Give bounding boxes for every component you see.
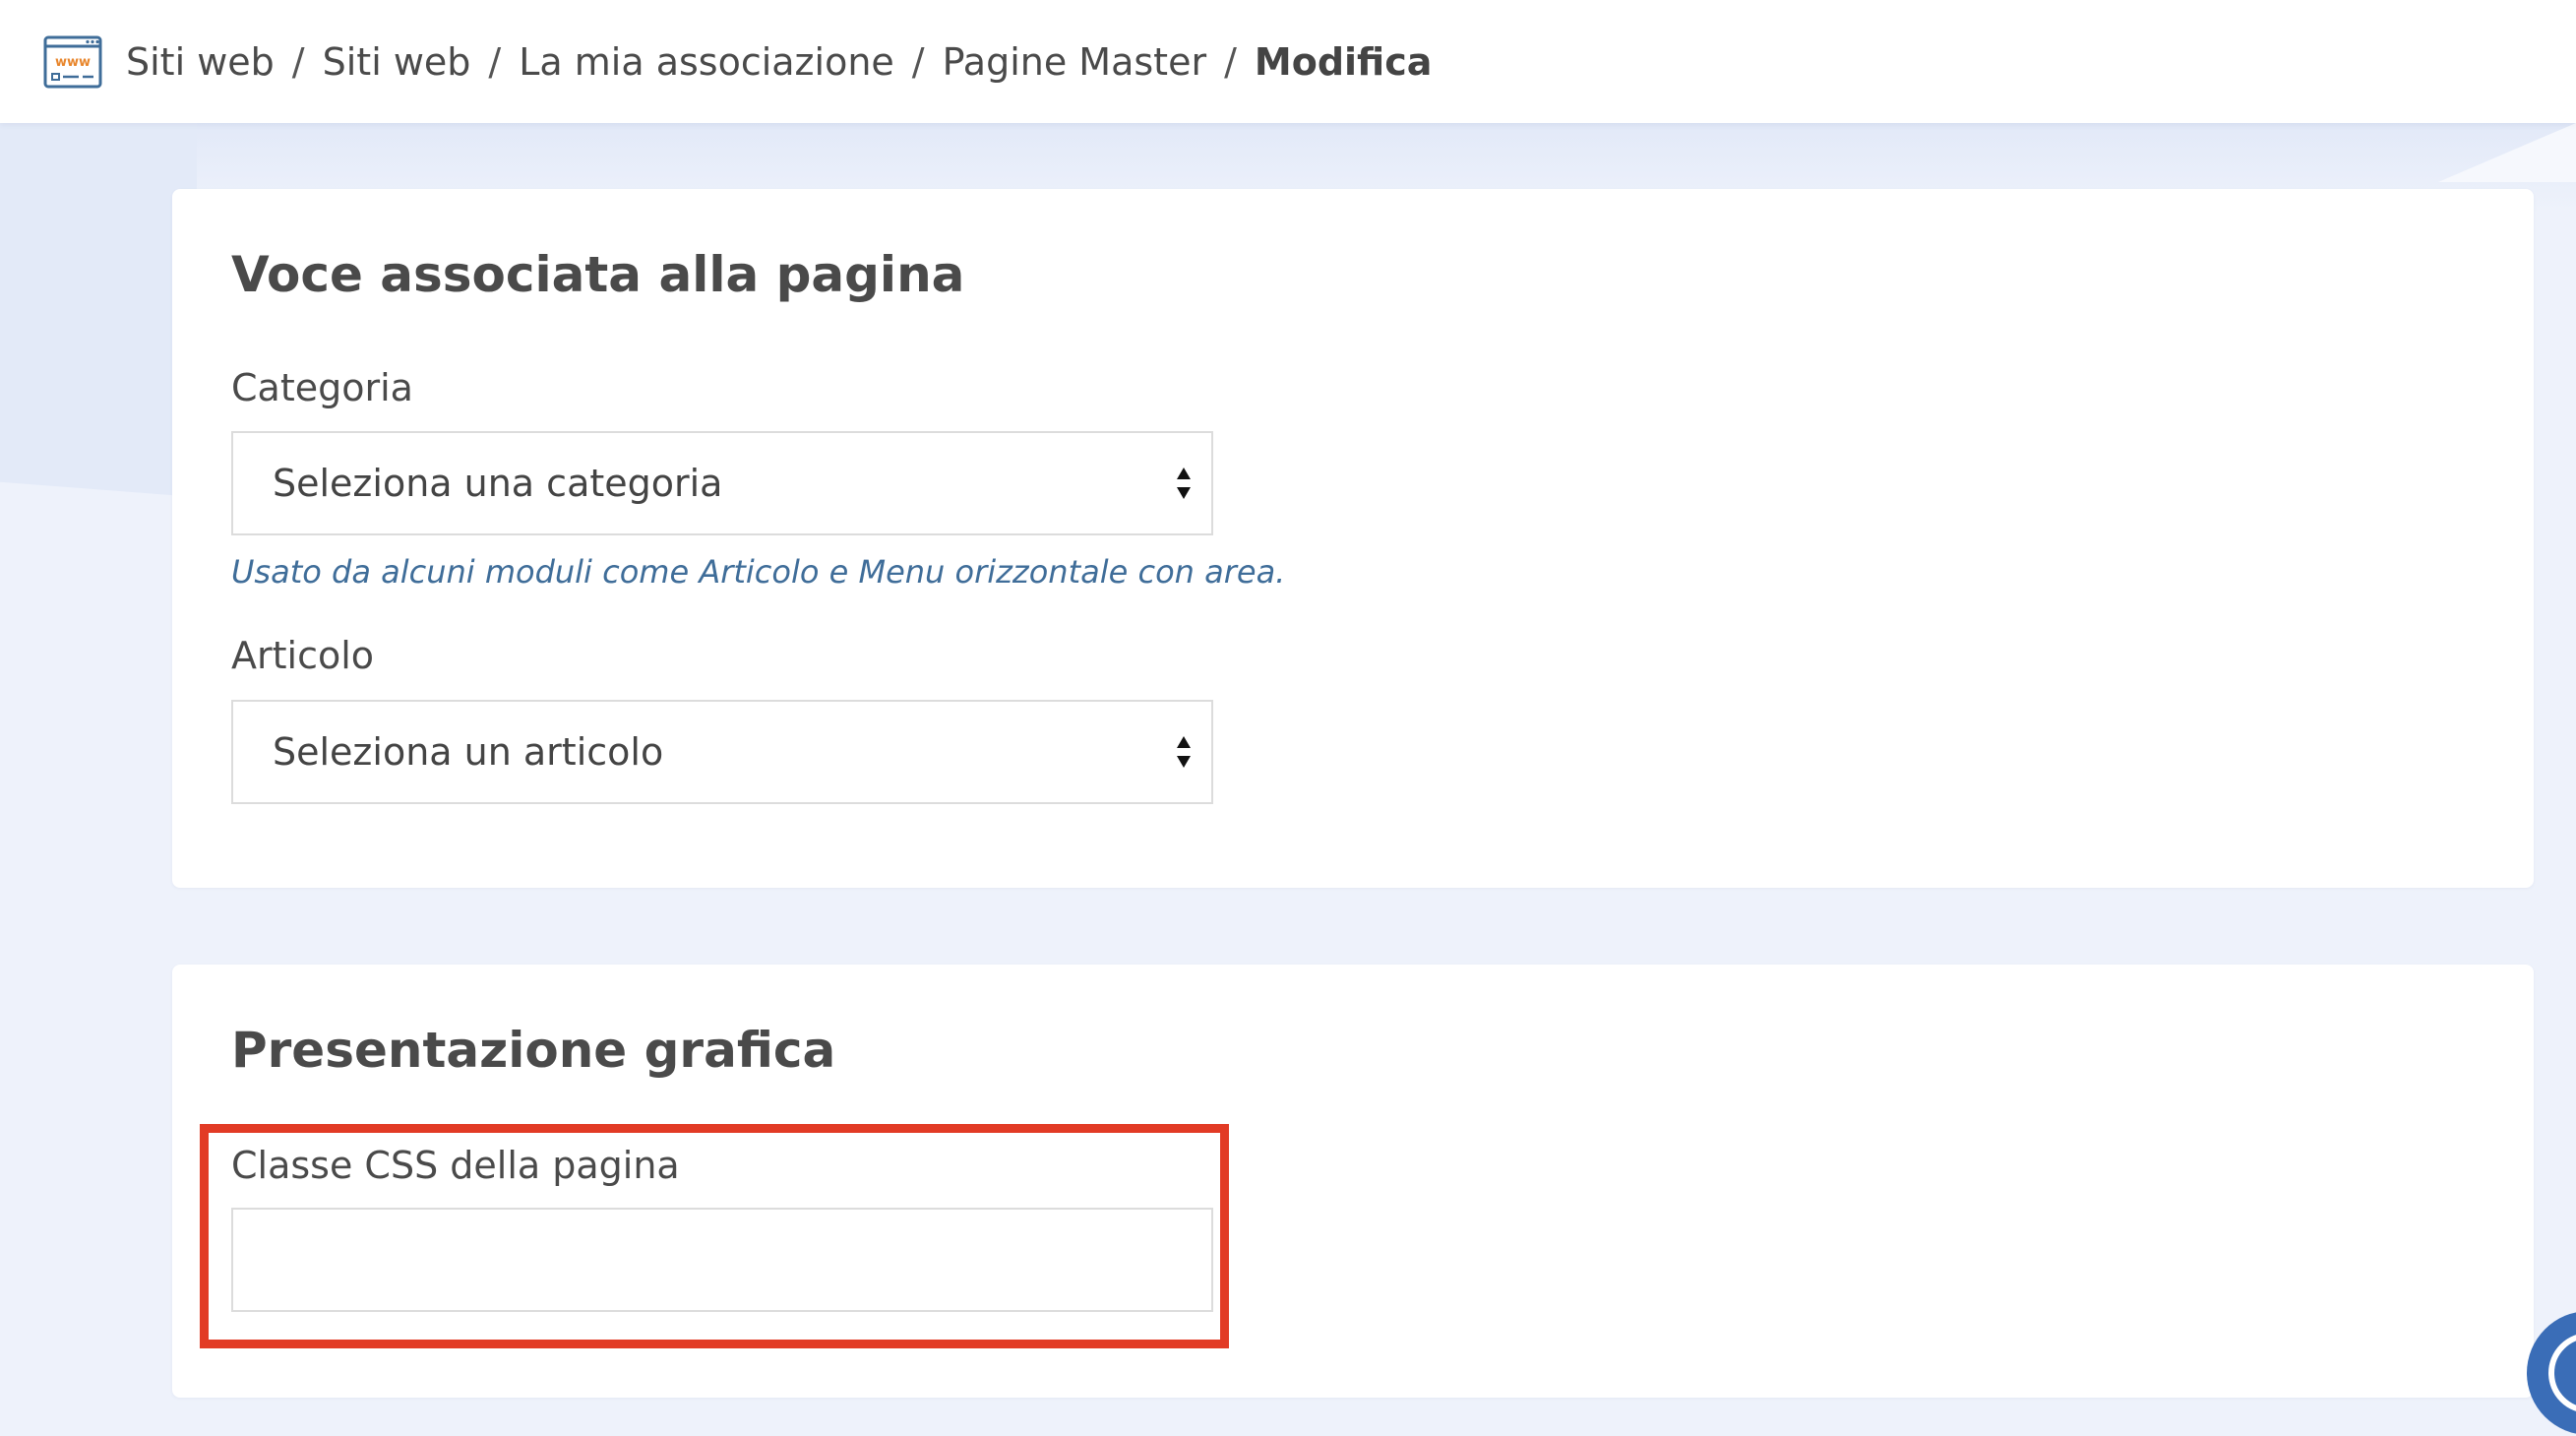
category-select[interactable]: Seleziona una categoria xyxy=(231,431,1213,535)
breadcrumb: Siti web / Siti web / La mia associazion… xyxy=(126,40,1432,84)
css-class-input[interactable] xyxy=(231,1208,1213,1312)
breadcrumb-separator: / xyxy=(911,39,925,84)
background-shape-left xyxy=(0,123,197,497)
graphics-card: Presentazione grafica Classe CSS della p… xyxy=(172,965,2534,1398)
select-arrows-icon xyxy=(1177,468,1191,499)
select-arrows-icon xyxy=(1177,736,1191,768)
help-widget-button[interactable] xyxy=(2527,1311,2576,1435)
breadcrumb-item-master-pages[interactable]: Pagine Master xyxy=(943,40,1207,84)
breadcrumb-separator: / xyxy=(488,39,502,84)
graphics-title: Presentazione grafica xyxy=(231,1022,836,1079)
website-icon: www xyxy=(43,35,102,88)
category-help-text: Usato da alcuni moduli come Articolo e M… xyxy=(231,553,1286,591)
category-select-value: Seleziona una categoria xyxy=(273,462,723,505)
svg-text:www: www xyxy=(55,55,91,70)
breadcrumb-item-siti-web-2[interactable]: Siti web xyxy=(323,40,471,84)
chat-icon xyxy=(2548,1333,2576,1413)
article-label: Articolo xyxy=(231,634,375,677)
top-bar: www Siti web / Siti web / La mia associa… xyxy=(0,0,2576,123)
page-item-title: Voce associata alla pagina xyxy=(231,246,965,303)
breadcrumb-item-association[interactable]: La mia associazione xyxy=(519,40,894,84)
category-label: Categoria xyxy=(231,366,413,409)
page-item-card: Voce associata alla pagina Categoria Sel… xyxy=(172,189,2534,888)
article-select-value: Seleziona un articolo xyxy=(273,730,664,774)
breadcrumb-current: Modifica xyxy=(1254,39,1433,84)
breadcrumb-separator: / xyxy=(291,39,305,84)
breadcrumb-separator: / xyxy=(1224,39,1237,84)
article-select[interactable]: Seleziona un articolo xyxy=(231,700,1213,804)
css-class-label: Classe CSS della pagina xyxy=(231,1144,680,1187)
breadcrumb-item-siti-web-1[interactable]: Siti web xyxy=(126,40,275,84)
